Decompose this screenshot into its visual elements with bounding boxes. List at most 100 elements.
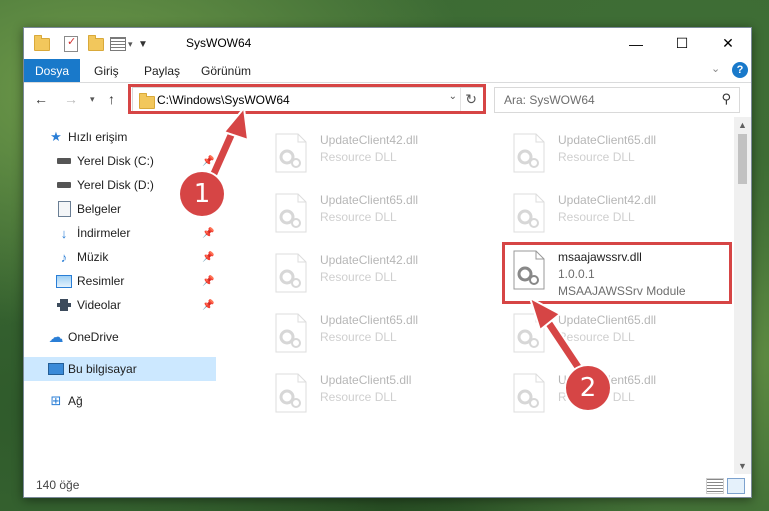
expand-ribbon-icon[interactable]: ⌄ (711, 62, 720, 75)
file-tile[interactable]: UpdateClient42.dll Resource DLL (512, 189, 734, 239)
sidebar-item-network[interactable]: ⊞ Ağ (24, 389, 216, 413)
address-highlight-box (128, 84, 486, 114)
dll-file-icon (513, 133, 545, 173)
file-name: UpdateClient65.dll (558, 313, 657, 327)
pin-icon[interactable]: 📌 (202, 276, 214, 287)
sidebar-item-onedrive[interactable]: ☁ OneDrive (24, 325, 216, 349)
file-tile[interactable]: UpdateClient5.dll Resource DLL (274, 369, 504, 419)
video-icon (56, 298, 72, 312)
pin-icon[interactable]: 📌 (202, 228, 214, 239)
sidebar-item-label: Hızlı erişim (68, 130, 128, 144)
help-button[interactable]: ? (732, 62, 748, 78)
sidebar-item-label: Ağ (68, 394, 83, 408)
network-icon: ⊞ (50, 393, 62, 408)
sidebar-item-label: Yerel Disk (C:) (77, 154, 154, 168)
dll-file-icon (275, 313, 307, 353)
file-name: UpdateClient65.dll (558, 133, 657, 147)
pin-icon[interactable]: 📌 (202, 300, 214, 311)
file-type: Resource DLL (320, 270, 397, 284)
file-tile[interactable]: UpdateClient65.dll Resource DLL (512, 129, 734, 179)
sidebar-item-label: Videolar (77, 298, 121, 312)
star-icon: ★ (50, 129, 62, 144)
details-view-icon[interactable] (706, 478, 724, 494)
navigation-bar: ← → ▾ ↑ C:\Windows\SysWOW64 ⌄ ↻ Ara: Sys… (24, 83, 751, 117)
search-box[interactable]: Ara: SysWOW64 ⚲ (494, 87, 740, 113)
dll-file-icon (275, 253, 307, 293)
tab-file[interactable]: Dosya (24, 59, 80, 82)
sidebar-item-label: Müzik (77, 250, 109, 264)
dll-file-icon (513, 313, 545, 353)
new-folder-icon[interactable] (88, 34, 104, 52)
sidebar-item-label: Bu bilgisayar (68, 362, 137, 376)
dll-file-icon (513, 193, 545, 233)
file-tile[interactable]: UpdateClient42.dll Resource DLL (274, 129, 504, 179)
sidebar-item-pictures[interactable]: Resimler 📌 (24, 269, 216, 293)
file-name: UpdateClient42.dll (320, 253, 419, 267)
navigation-pane: ★ Hızlı erişim Yerel Disk (C:) 📌 Yerel D… (24, 117, 218, 474)
pin-icon[interactable]: 📌 (202, 252, 214, 263)
sidebar-item-music[interactable]: ♪ Müzik 📌 (24, 245, 216, 269)
properties-icon[interactable] (110, 36, 126, 52)
dll-file-icon (275, 193, 307, 233)
file-list: UpdateClient42.dll Resource DLL UpdateCl… (218, 117, 734, 474)
scroll-up-icon[interactable]: ▲ (734, 117, 751, 133)
up-arrow-icon[interactable]: ↑ (108, 91, 115, 107)
qa-dropdown-icon[interactable]: ▾ (128, 36, 133, 52)
music-icon: ♪ (60, 249, 68, 265)
tab-home[interactable]: Giriş (94, 64, 119, 78)
status-bar: 140 öğe (24, 474, 751, 497)
sidebar-item-label: Yerel Disk (D:) (77, 178, 154, 192)
tab-view[interactable]: Görünüm (201, 64, 251, 78)
scroll-thumb[interactable] (738, 134, 747, 184)
file-type: Resource DLL (320, 390, 397, 404)
file-tile[interactable]: UpdateClient65.dll Resource DLL (274, 309, 504, 359)
file-tile[interactable]: UpdateClient65.dll Resource DLL (512, 309, 734, 359)
ribbon: Dosya Giriş Paylaş Görünüm ⌄ ? (24, 59, 751, 83)
file-tile[interactable]: UpdateClient65.dll Resource DLL (512, 369, 734, 419)
documents-icon (56, 201, 72, 217)
file-type: Resource DLL (320, 330, 397, 344)
large-icons-view-icon[interactable] (727, 478, 745, 494)
search-placeholder[interactable]: Ara: SysWOW64 (504, 93, 595, 107)
sidebar-item-quick-access[interactable]: ★ Hızlı erişim (24, 125, 216, 149)
maximize-button[interactable]: ☐ (659, 28, 705, 59)
sidebar-item-this-pc[interactable]: Bu bilgisayar (24, 357, 216, 381)
properties-check-icon[interactable] (64, 35, 78, 52)
file-type: Resource DLL (558, 330, 635, 344)
search-icon[interactable]: ⚲ (721, 91, 731, 107)
sidebar-item-disk-c[interactable]: Yerel Disk (C:) 📌 (24, 149, 216, 173)
close-button[interactable]: ✕ (705, 28, 751, 59)
pin-icon[interactable]: 📌 (202, 156, 214, 167)
step-badge-two: 2 (566, 366, 610, 410)
file-tile[interactable]: UpdateClient65.dll Resource DLL (274, 189, 504, 239)
file-name: UpdateClient5.dll (320, 373, 412, 387)
back-arrow-icon[interactable]: ← (34, 91, 48, 107)
pictures-icon (56, 274, 72, 288)
cloud-icon: ☁ (48, 329, 64, 346)
vertical-scrollbar[interactable]: ▲ ▼ (734, 117, 751, 474)
sidebar-item-label: OneDrive (68, 330, 119, 344)
dll-file-icon (513, 373, 545, 413)
item-count: 140 öğe (36, 478, 80, 492)
file-type: Resource DLL (320, 210, 397, 224)
title-bar: ▾ ▼ SysWOW64 — ☐ ✕ (24, 28, 751, 59)
download-icon: ↓ (60, 225, 68, 241)
file-type: Resource DLL (320, 150, 397, 164)
file-tile[interactable]: UpdateClient42.dll Resource DLL (274, 249, 504, 299)
recent-locations-icon[interactable]: ▾ (90, 94, 95, 105)
customize-toolbar-icon[interactable]: ▼ (138, 36, 148, 52)
sidebar-item-label: Belgeler (77, 202, 122, 216)
sidebar-item-label: Resimler (77, 274, 125, 288)
file-type: Resource DLL (558, 210, 635, 224)
file-name: UpdateClient65.dll (320, 193, 419, 207)
file-highlight-box (502, 242, 732, 304)
scroll-down-icon[interactable]: ▼ (734, 458, 751, 474)
tab-share[interactable]: Paylaş (144, 64, 180, 78)
file-type: Resource DLL (558, 150, 635, 164)
sidebar-item-videos[interactable]: Videolar 📌 (24, 293, 216, 317)
minimize-button[interactable]: — (613, 28, 659, 59)
forward-arrow-icon[interactable]: → (64, 91, 78, 107)
file-name: UpdateClient42.dll (558, 193, 657, 207)
sidebar-item-downloads[interactable]: ↓ İndirmeler 📌 (24, 221, 216, 245)
folder-icon (34, 34, 50, 52)
